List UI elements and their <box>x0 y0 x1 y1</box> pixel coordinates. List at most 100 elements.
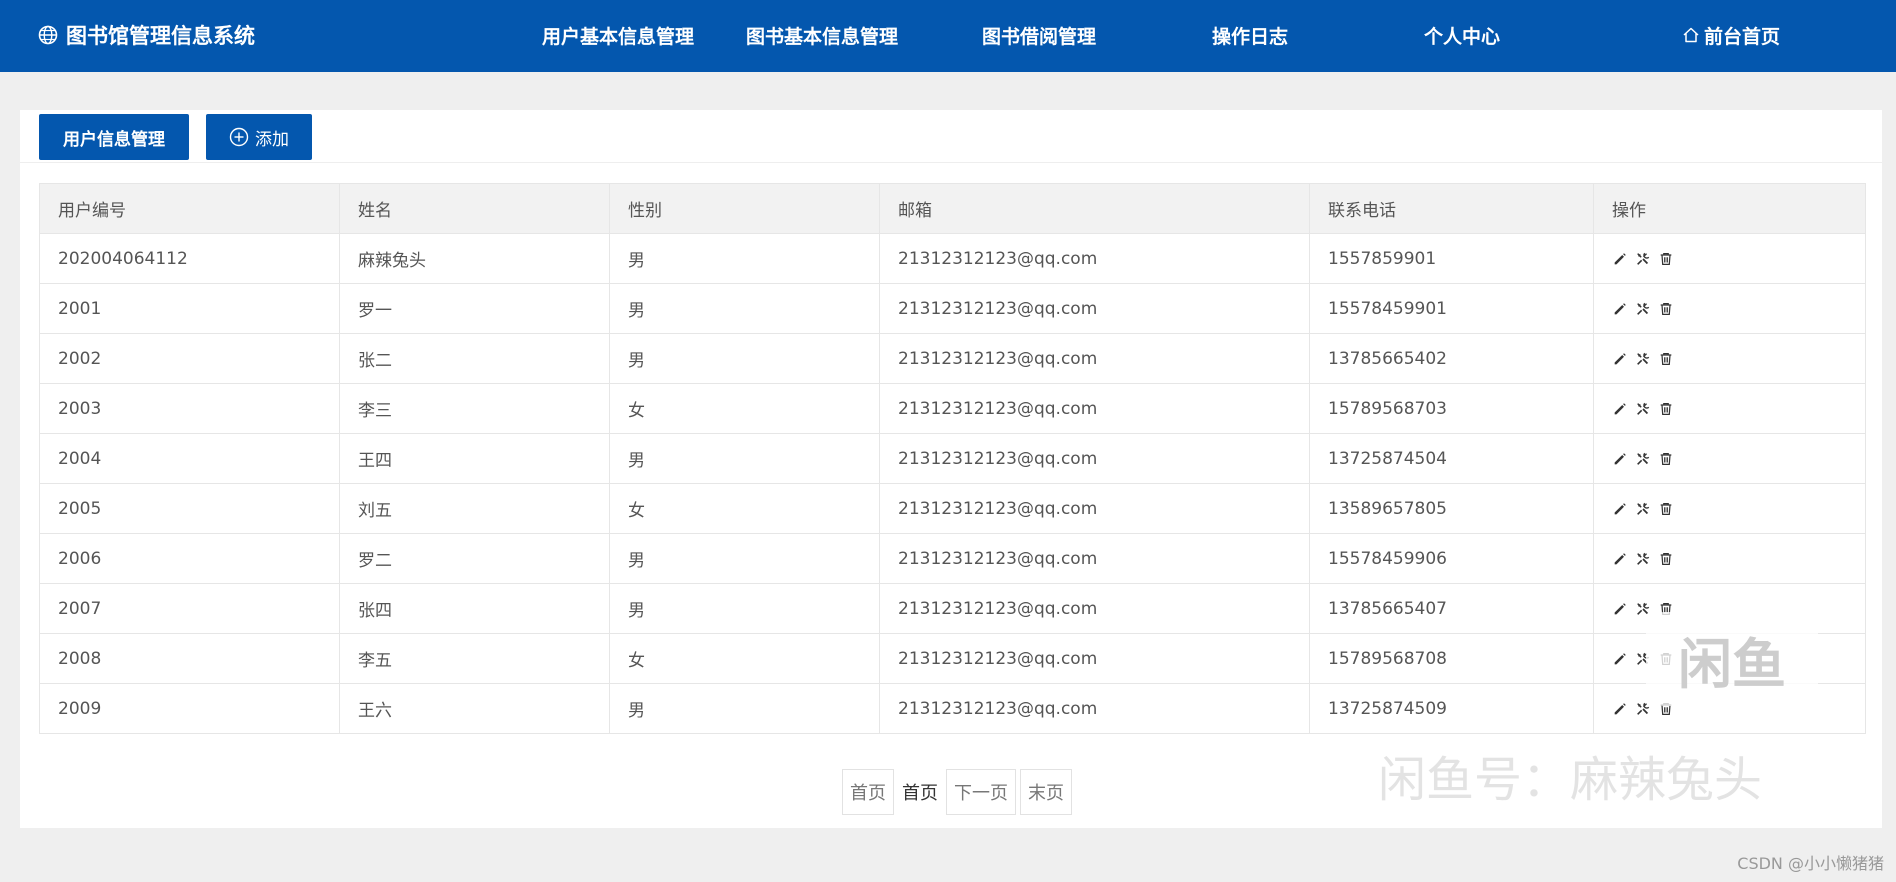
trash-icon[interactable] <box>1658 551 1674 567</box>
cell-email: 21312312123@qq.com <box>879 433 1310 484</box>
cell-name: 罗一 <box>339 283 610 334</box>
home-icon <box>1683 27 1699 43</box>
trash-icon[interactable] <box>1658 301 1674 317</box>
nav-book-info[interactable]: 图书基本信息管理 <box>746 18 898 52</box>
cell-actions <box>1593 283 1866 334</box>
last-page-button[interactable]: 末页 <box>1020 769 1072 815</box>
row-actions <box>1612 401 1865 417</box>
tools-icon[interactable] <box>1635 701 1651 717</box>
cell-gender: 男 <box>609 433 880 484</box>
edit-icon[interactable] <box>1612 601 1628 617</box>
cell-actions <box>1593 233 1866 284</box>
table-row: 2002 张二男 21312312123@qq.com 13785665402 <box>39 333 1866 384</box>
edit-icon[interactable] <box>1612 551 1628 567</box>
nav-label: 用户基本信息管理 <box>542 25 695 48</box>
table-row: 2006 罗二男 21312312123@qq.com 15578459906 <box>39 533 1866 584</box>
row-actions <box>1612 551 1865 567</box>
table-row: 2003 李三女 21312312123@qq.com 15789568703 <box>39 383 1866 434</box>
plus-circle-icon <box>229 127 249 147</box>
user-info-management-button[interactable]: 用户信息管理 <box>39 114 189 160</box>
edit-icon[interactable] <box>1612 351 1628 367</box>
cell-name: 刘五 <box>339 483 610 534</box>
nav-user-info[interactable]: 用户基本信息管理 <box>542 18 694 52</box>
edit-icon[interactable] <box>1612 401 1628 417</box>
cell-user-id: 2002 <box>39 333 340 384</box>
add-button[interactable]: 添加 <box>206 114 312 160</box>
nav-label: 个人中心 <box>1424 25 1501 48</box>
trash-icon[interactable] <box>1658 351 1674 367</box>
watermark-csdn: CSDN @小小懒猪猪 <box>1737 854 1884 873</box>
nav-label: 图书基本信息管理 <box>746 25 899 48</box>
row-actions <box>1612 451 1865 467</box>
tools-icon[interactable] <box>1635 601 1651 617</box>
table-row: 2004 王四男 21312312123@qq.com 13725874504 <box>39 433 1866 484</box>
nav-borrow[interactable]: 图书借阅管理 <box>982 18 1096 52</box>
nav-logs[interactable]: 操作日志 <box>1212 18 1288 52</box>
edit-icon[interactable] <box>1612 501 1628 517</box>
row-actions <box>1612 501 1865 517</box>
tools-icon[interactable] <box>1635 551 1651 567</box>
cell-name: 李五 <box>339 633 610 684</box>
trash-icon[interactable] <box>1658 501 1674 517</box>
cell-phone: 13725874509 <box>1309 683 1594 734</box>
cell-email: 21312312123@qq.com <box>879 283 1310 334</box>
watermark-seller-text: 闲鱼号：麻辣兔头 <box>1378 752 1763 808</box>
cell-gender: 男 <box>609 583 880 634</box>
cell-name: 麻辣兔头 <box>339 233 610 284</box>
tools-icon[interactable] <box>1635 401 1651 417</box>
current-page-indicator: 首页 <box>898 769 942 815</box>
col-header-gender[interactable]: 性别 <box>609 183 880 234</box>
brand[interactable]: 图书馆管理信息系统 <box>38 18 255 52</box>
cell-user-id: 2005 <box>39 483 340 534</box>
next-page-button[interactable]: 下一页 <box>946 769 1016 815</box>
cell-email: 21312312123@qq.com <box>879 633 1310 684</box>
cell-name: 张二 <box>339 333 610 384</box>
trash-icon[interactable] <box>1658 251 1674 267</box>
tools-icon[interactable] <box>1635 451 1651 467</box>
nav-profile[interactable]: 个人中心 <box>1424 18 1500 52</box>
cell-user-id: 2003 <box>39 383 340 434</box>
globe-icon <box>38 25 58 45</box>
edit-icon[interactable] <box>1612 301 1628 317</box>
trash-icon[interactable] <box>1658 451 1674 467</box>
table-row: 2005 刘五女 21312312123@qq.com 13589657805 <box>39 483 1866 534</box>
tools-icon[interactable] <box>1635 351 1651 367</box>
col-header-name[interactable]: 姓名 <box>339 183 610 234</box>
nav-label: 前台首页 <box>1704 25 1781 48</box>
trash-icon[interactable] <box>1658 401 1674 417</box>
table-row: 2008 李五女 21312312123@qq.com 15789568708 <box>39 633 1866 684</box>
col-header-actions: 操作 <box>1593 183 1866 234</box>
row-actions <box>1612 351 1865 367</box>
table-row: 202004064112 麻辣兔头男 21312312123@qq.com 15578… <box>39 233 1866 284</box>
table-header-row: 用户编号 姓名 性别 邮箱 联系电话 操作 <box>39 183 1866 234</box>
tools-icon[interactable] <box>1635 251 1651 267</box>
cell-actions <box>1593 433 1866 484</box>
cell-phone: 13785665402 <box>1309 333 1594 384</box>
cell-gender: 女 <box>609 633 880 684</box>
edit-icon[interactable] <box>1612 251 1628 267</box>
cell-email: 21312312123@qq.com <box>879 583 1310 634</box>
cell-user-id: 2004 <box>39 433 340 484</box>
cell-name: 罗二 <box>339 533 610 584</box>
cell-email: 21312312123@qq.com <box>879 383 1310 434</box>
tools-icon[interactable] <box>1635 301 1651 317</box>
tools-icon[interactable] <box>1635 501 1651 517</box>
cell-phone: 15578459901 <box>1309 283 1594 334</box>
edit-icon[interactable] <box>1612 701 1628 717</box>
cell-phone: 13589657805 <box>1309 483 1594 534</box>
cell-name: 王六 <box>339 683 610 734</box>
cell-email: 21312312123@qq.com <box>879 683 1310 734</box>
first-page-button[interactable]: 首页 <box>842 769 894 815</box>
col-header-phone[interactable]: 联系电话 <box>1309 183 1594 234</box>
toolbar: 用户信息管理 添加 <box>20 110 1882 163</box>
edit-icon[interactable] <box>1612 651 1628 667</box>
cell-actions <box>1593 533 1866 584</box>
cell-phone: 15789568703 <box>1309 383 1594 434</box>
table-row: 2001 罗一男 21312312123@qq.com 15578459901 <box>39 283 1866 334</box>
col-header-email[interactable]: 邮箱 <box>879 183 1310 234</box>
nav-label: 操作日志 <box>1212 25 1289 48</box>
edit-icon[interactable] <box>1612 451 1628 467</box>
col-header-user-id[interactable]: 用户编号 <box>39 183 340 234</box>
cell-phone: 15578459906 <box>1309 533 1594 584</box>
nav-home[interactable]: 前台首页 <box>1682 18 1780 52</box>
